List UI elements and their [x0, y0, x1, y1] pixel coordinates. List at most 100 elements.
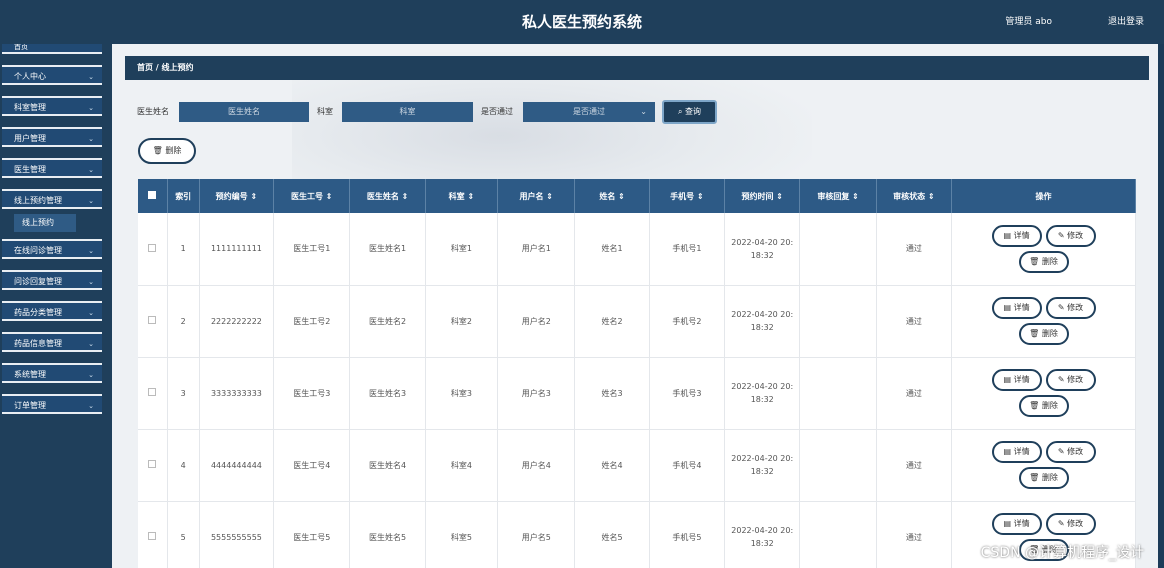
sidebar-item-label: 药品分类管理 — [14, 308, 62, 317]
detail-button[interactable]: ▤ 详情 — [991, 297, 1042, 319]
table-header-row: 索引 预约编号 ⇕ 医生工号 ⇕ 医生姓名 ⇕ 科室 ⇕ 用户名 ⇕ 姓名 ⇕ … — [138, 179, 1136, 213]
cell-idx: 5 — [167, 501, 200, 568]
col-reply[interactable]: 审核回复 ⇕ — [799, 179, 877, 213]
detail-button[interactable]: ▤ 详情 — [991, 369, 1042, 391]
delete-button[interactable]: 🗑 删除 — [1018, 250, 1069, 273]
approved-select-value: 是否通过 — [573, 107, 605, 116]
edit-button[interactable]: ✎ 修改 — [1045, 369, 1096, 391]
edit-button[interactable]: ✎ 修改 — [1045, 513, 1096, 535]
delete-label: 删除 — [1041, 329, 1058, 338]
approved-label: 是否通过 — [481, 107, 513, 116]
sidebar-item-label: 药品信息管理 — [14, 339, 62, 348]
cell-actions: ▤ 详情 ✎ 修改 🗑 删除 — [951, 429, 1136, 502]
trash-icon: 🗑 — [1029, 329, 1040, 338]
col-actions: 操作 — [951, 179, 1136, 213]
row-checkbox[interactable] — [138, 285, 168, 358]
sidebar: 首页 个人中心 ⌄ 科室管理 ⌄ 用户管理 ⌄ 医生管理 ⌄ 线上预约管理 ⌄ 线上预约 … — [0, 44, 112, 568]
checkbox-icon — [148, 532, 157, 540]
sidebar-item-departments[interactable]: 科室管理 ⌄ — [2, 96, 102, 116]
delete-label: 删除 — [1041, 473, 1058, 482]
logout-link[interactable]: 退出登录 — [1108, 14, 1144, 27]
sidebar-item-profile[interactable]: 个人中心 ⌄ — [2, 65, 102, 85]
row-checkbox[interactable] — [138, 357, 168, 430]
delete-button[interactable]: 🗑 删除 — [1018, 395, 1069, 417]
sidebar-subitem-online-appointment[interactable]: 线上预约 — [14, 214, 76, 232]
cell-idx: 4 — [167, 429, 200, 502]
sidebar-item-label: 个人中心 — [14, 72, 46, 81]
cell-idx: 3 — [167, 357, 200, 430]
cell-dept: 科室1 — [425, 213, 499, 286]
detail-button[interactable]: ▤ 详情 — [991, 441, 1042, 463]
pencil-icon: ✎ — [1057, 519, 1065, 528]
col-name[interactable]: 姓名 ⇕ — [574, 179, 650, 213]
row-checkbox[interactable] — [138, 213, 168, 286]
cell-phone: 手机号4 — [649, 429, 726, 502]
sidebar-item-users[interactable]: 用户管理 ⌄ — [2, 127, 102, 147]
cell-docname: 医生姓名2 — [349, 285, 426, 358]
cell-user: 用户名2 — [497, 285, 576, 358]
detail-label: 详情 — [1013, 447, 1030, 456]
edit-label: 修改 — [1067, 230, 1084, 240]
delete-button[interactable]: 🗑 删除 — [1018, 323, 1069, 345]
cell-time: 2022-04-20 20:18:32 — [724, 357, 801, 430]
cell-status: 通过 — [876, 357, 953, 430]
col-username[interactable]: 用户名 ⇕ — [497, 179, 576, 213]
col-time[interactable]: 预约时间 ⇕ — [724, 179, 801, 213]
col-doctor-id[interactable]: 医生工号 ⇕ — [273, 179, 351, 213]
cell-status: 通过 — [876, 501, 953, 568]
col-department[interactable]: 科室 ⇕ — [425, 179, 499, 213]
col-status[interactable]: 审核状态 ⇕ — [876, 179, 953, 213]
sidebar-item-consultations[interactable]: 在线问诊管理 ⌄ — [2, 239, 102, 259]
sidebar-item-drug-categories[interactable]: 药品分类管理 ⌄ — [2, 301, 102, 321]
doctor-name-input[interactable]: 医生姓名 — [179, 102, 309, 122]
sidebar-item-doctors[interactable]: 医生管理 ⌄ — [2, 158, 102, 178]
cell-idx: 1 — [167, 213, 200, 286]
sidebar-item-system[interactable]: 系统管理 ⌄ — [2, 363, 102, 383]
doctor-name-label: 医生姓名 — [137, 107, 169, 116]
cell-reply — [799, 285, 877, 358]
cell-time-text: 2022-04-20 20:18:32 — [731, 454, 794, 476]
approved-select[interactable]: 是否通过 ⌄ — [523, 102, 655, 122]
cell-name: 姓名2 — [574, 285, 650, 358]
sidebar-item-home[interactable]: 首页 — [2, 44, 102, 54]
chevron-down-icon: ⌄ — [88, 247, 94, 255]
cell-status: 通过 — [876, 213, 953, 286]
chevron-down-icon: ⌄ — [88, 402, 94, 410]
search-button[interactable]: ⌕ 查询 — [662, 100, 717, 124]
sidebar-item-drugs[interactable]: 药品信息管理 ⌄ — [2, 332, 102, 352]
cell-actions: ▤ 详情 ✎ 修改 🗑 删除 — [951, 285, 1136, 358]
edit-label: 修改 — [1067, 519, 1084, 528]
document-icon: ▤ — [1003, 303, 1012, 312]
col-booking-no[interactable]: 预约编号 ⇕ — [199, 179, 275, 213]
cell-name: 姓名5 — [574, 501, 650, 568]
row-checkbox[interactable] — [138, 429, 168, 502]
edit-button[interactable]: ✎ 修改 — [1045, 297, 1096, 319]
select-all-checkbox[interactable] — [138, 179, 168, 213]
detail-button[interactable]: ▤ 详情 — [991, 224, 1042, 247]
delete-button[interactable]: 🗑 删除 — [1018, 467, 1069, 489]
sidebar-item-label: 在线问诊管理 — [14, 246, 62, 255]
top-bar: 私人医生预约系统 管理员 abo 退出登录 — [0, 0, 1164, 44]
department-input[interactable]: 科室 — [342, 102, 473, 122]
department-label: 科室 — [317, 107, 333, 116]
chevron-down-icon: ⌄ — [88, 309, 94, 317]
sidebar-item-orders[interactable]: 订单管理 ⌄ — [2, 394, 102, 414]
app-title: 私人医生预约系统 — [521, 13, 642, 31]
sidebar-item-label: 用户管理 — [14, 134, 46, 143]
chevron-down-icon: ⌄ — [88, 73, 94, 81]
cell-no: 4444444444 — [199, 429, 275, 502]
sidebar-item-appointments[interactable]: 线上预约管理 ⌄ — [2, 189, 102, 209]
cell-actions: ▤ 详情 ✎ 修改 🗑 删除 — [951, 357, 1136, 430]
detail-button[interactable]: ▤ 详情 — [991, 513, 1042, 535]
sidebar-item-replies[interactable]: 问诊回复管理 ⌄ — [2, 270, 102, 290]
edit-button[interactable]: ✎ 修改 — [1045, 224, 1096, 247]
delete-label: 删除 — [1041, 256, 1058, 266]
row-checkbox[interactable] — [138, 501, 168, 568]
col-doctor-name[interactable]: 医生姓名 ⇕ — [349, 179, 426, 213]
edit-button[interactable]: ✎ 修改 — [1045, 441, 1096, 463]
col-phone[interactable]: 手机号 ⇕ — [649, 179, 726, 213]
current-user: 管理员 abo — [1005, 17, 1052, 27]
bulk-delete-button[interactable]: 🗑 删除 — [138, 138, 196, 164]
chevron-down-icon: ⌄ — [88, 371, 94, 379]
pencil-icon: ✎ — [1057, 230, 1065, 240]
